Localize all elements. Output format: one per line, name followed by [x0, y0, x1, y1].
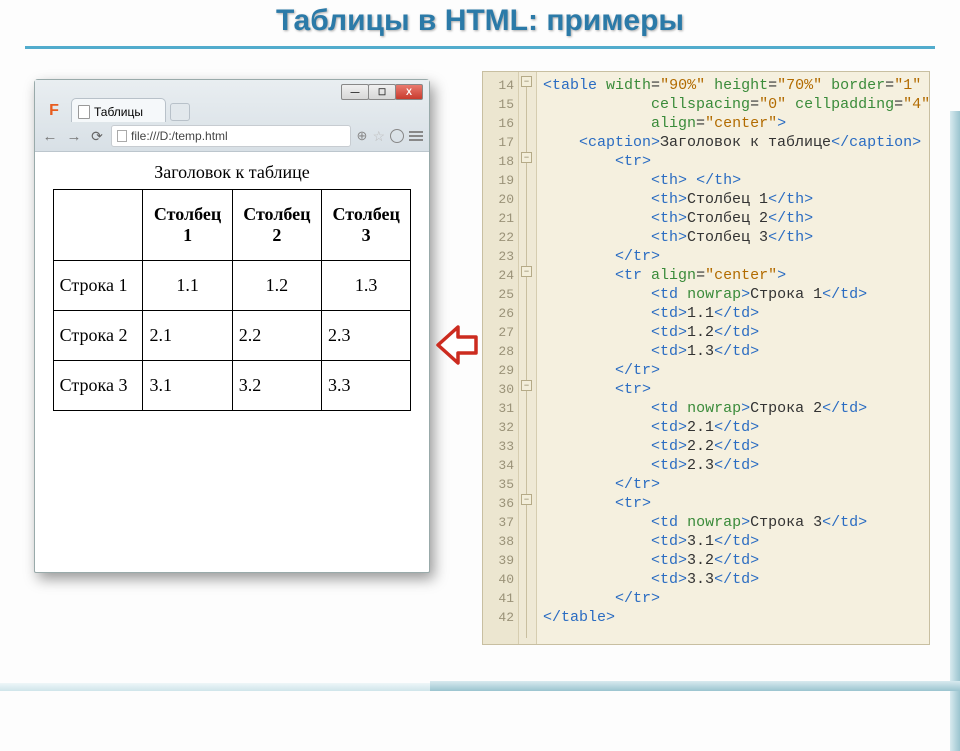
table-cell: 3.1: [143, 361, 232, 411]
file-icon: [117, 130, 127, 142]
app-icon: F: [43, 100, 65, 122]
table-cell: 1.1: [143, 261, 232, 311]
browser-window: — ☐ X F Таблицы ← → ⟳ file:///D:/temp.ht…: [34, 79, 430, 573]
table-cell: 3.2: [232, 361, 321, 411]
table-header: Столбец3: [322, 190, 411, 261]
reload-icon[interactable]: ⟳: [89, 128, 105, 144]
new-tab-button[interactable]: [170, 103, 190, 121]
table-cell: 1.2: [232, 261, 321, 311]
url-field[interactable]: file:///D:/temp.html: [111, 125, 351, 147]
table-header: [53, 190, 143, 261]
page-icon: [78, 105, 90, 119]
table-row: Строка 11.11.21.3: [53, 261, 411, 311]
table-cell: 3.3: [322, 361, 411, 411]
close-button[interactable]: X: [395, 84, 423, 100]
table-header: Столбец2: [232, 190, 321, 261]
browser-tab[interactable]: Таблицы: [71, 98, 166, 122]
decorative-frame: [430, 681, 960, 691]
url-text: file:///D:/temp.html: [131, 129, 228, 143]
decorative-frame: [950, 111, 960, 751]
address-bar: ← → ⟳ file:///D:/temp.html ⊕ ☆: [41, 124, 423, 148]
demo-table: Столбец1Столбец2Столбец3 Строка 11.11.21…: [53, 189, 412, 411]
opera-icon[interactable]: [390, 129, 404, 143]
minimize-button[interactable]: —: [341, 84, 369, 100]
forward-icon[interactable]: →: [65, 127, 83, 145]
back-icon[interactable]: ←: [41, 127, 59, 145]
table-cell: 2.2: [232, 311, 321, 361]
bookmark-star-icon[interactable]: ☆: [372, 128, 385, 145]
fold-column: − − − − −: [519, 72, 537, 644]
browser-viewport: Заголовок к таблице Столбец1Столбец2Стол…: [35, 152, 429, 421]
table-cell: 1.3: [322, 261, 411, 311]
code-content: <table width="90%" height="70%" border="…: [537, 72, 929, 644]
table-cell: 2.3: [322, 311, 411, 361]
window-controls: — ☐ X: [341, 84, 423, 100]
page-title: Таблицы в HTML: примеры: [0, 0, 960, 46]
fold-marker-icon[interactable]: −: [521, 494, 532, 505]
table-caption: Заголовок к таблице: [49, 162, 415, 183]
zoom-icon[interactable]: ⊕: [357, 128, 368, 144]
maximize-button[interactable]: ☐: [368, 84, 396, 100]
line-number-gutter: 14 15 16 17 18 19 20 21 22 23 24 25 26 2…: [483, 72, 519, 644]
table-cell: 2.1: [143, 311, 232, 361]
fold-marker-icon[interactable]: −: [521, 152, 532, 163]
table-row: Строка 33.13.23.3: [53, 361, 411, 411]
row-label: Строка 1: [53, 261, 143, 311]
row-label: Строка 2: [53, 311, 143, 361]
menu-icon[interactable]: [409, 131, 423, 141]
browser-chrome: — ☐ X F Таблицы ← → ⟳ file:///D:/temp.ht…: [35, 80, 429, 152]
decorative-frame: [0, 683, 430, 691]
table-row: Строка 22.12.22.3: [53, 311, 411, 361]
title-underline: [25, 46, 935, 49]
arrow-left-icon: [434, 323, 478, 367]
tab-title: Таблицы: [94, 105, 143, 119]
fold-marker-icon[interactable]: −: [521, 380, 532, 391]
fold-marker-icon[interactable]: −: [521, 76, 532, 87]
table-header: Столбец1: [143, 190, 232, 261]
fold-marker-icon[interactable]: −: [521, 266, 532, 277]
row-label: Строка 3: [53, 361, 143, 411]
tab-strip: F Таблицы: [43, 98, 190, 122]
code-editor: 14 15 16 17 18 19 20 21 22 23 24 25 26 2…: [482, 71, 930, 645]
